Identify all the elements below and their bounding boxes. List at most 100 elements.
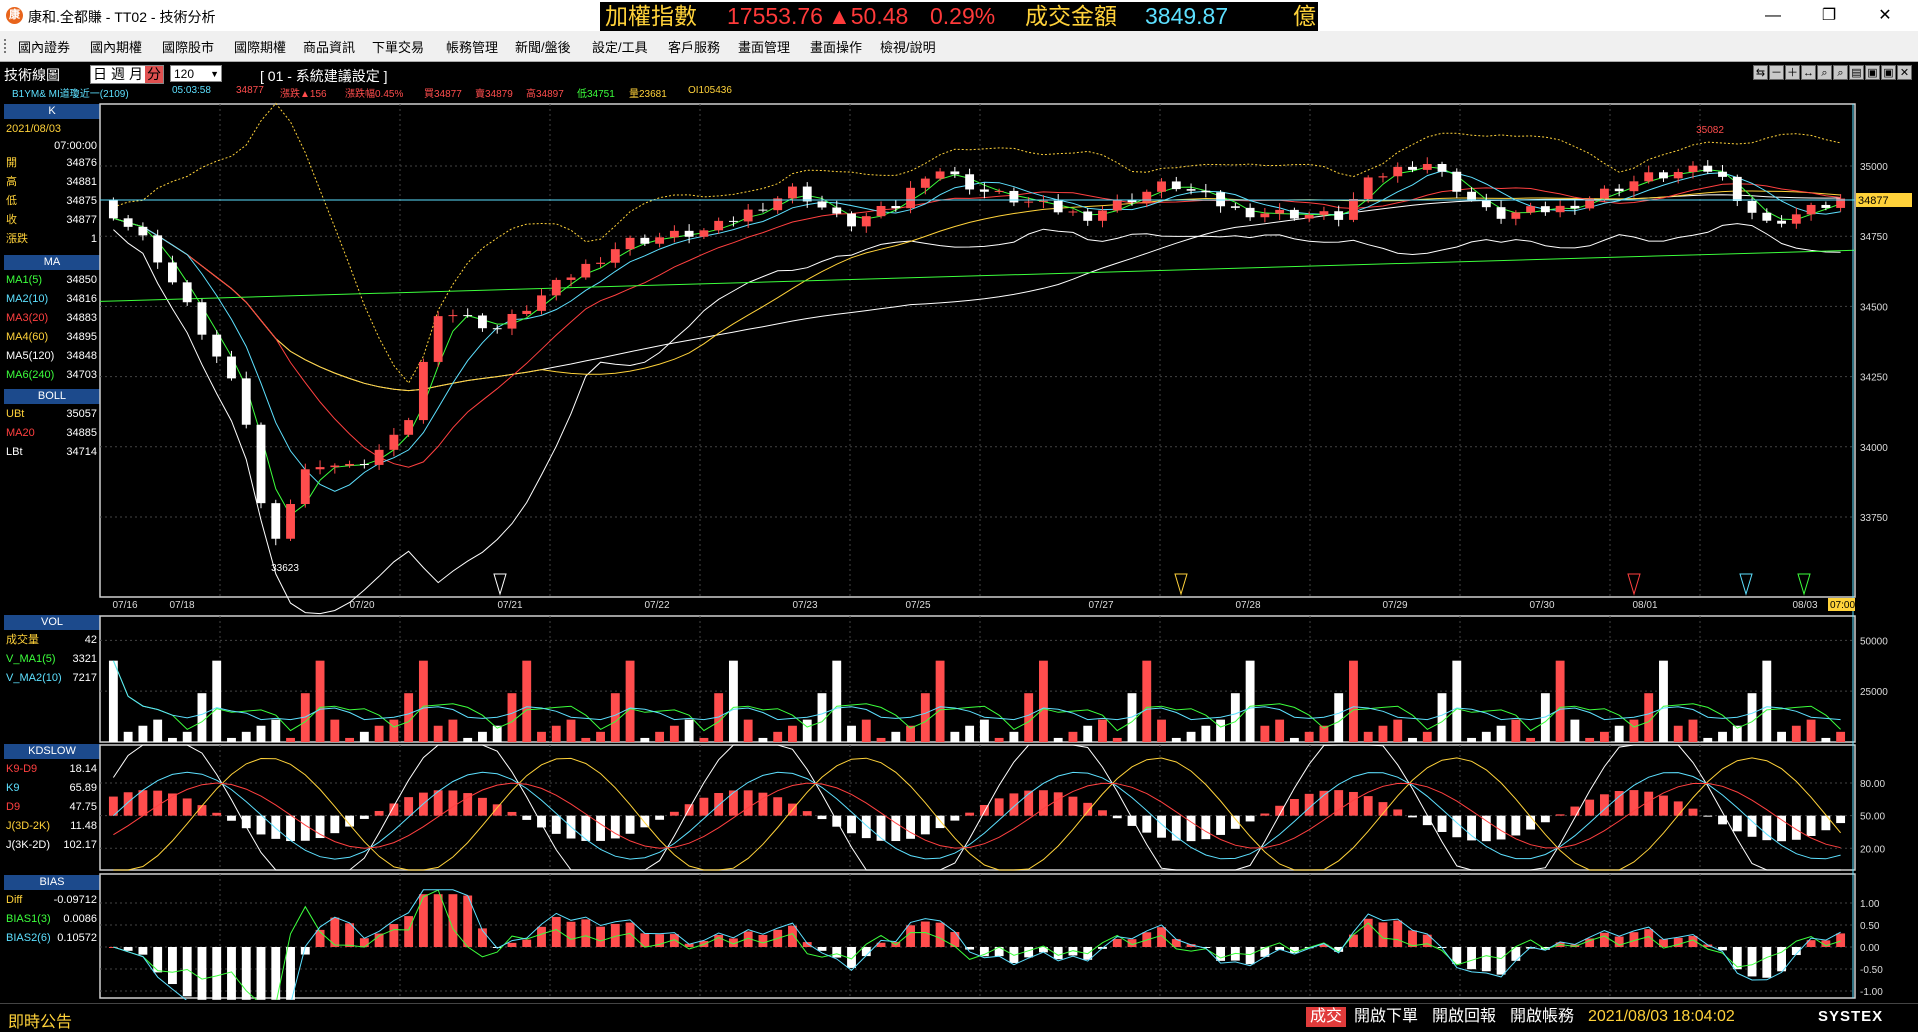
kd-diff-bar xyxy=(1629,790,1639,816)
candle-body xyxy=(1363,177,1373,200)
candle-body xyxy=(965,174,975,190)
kd-diff-bar xyxy=(374,810,384,816)
ma10-line xyxy=(113,170,1841,492)
candle-body xyxy=(359,463,369,465)
low-price-label: 33623 xyxy=(271,563,299,574)
bias-bar xyxy=(537,926,546,947)
bias-bar xyxy=(123,947,133,951)
candle-body xyxy=(1467,191,1476,200)
kd-diff-bar xyxy=(1481,815,1491,842)
candle-body xyxy=(1511,212,1521,219)
candle-body xyxy=(1024,201,1034,203)
volume-bar xyxy=(1245,660,1255,742)
bias-tick: 1.00 xyxy=(1860,899,1880,910)
bias-bar xyxy=(581,919,591,947)
volume-bar xyxy=(1644,693,1654,742)
volume-bar xyxy=(1083,725,1093,742)
bias-bar xyxy=(1777,947,1786,972)
kd-diff-bar xyxy=(1083,802,1093,816)
kd-diff-bar xyxy=(1659,795,1668,816)
volume-bar xyxy=(1511,719,1521,742)
volume-bar xyxy=(463,737,473,742)
volume-bar xyxy=(330,719,340,742)
candle-body xyxy=(1053,200,1063,213)
volume-bar xyxy=(1171,737,1181,742)
kd-diff-bar xyxy=(1732,815,1742,832)
signal-marker-icon xyxy=(1627,573,1641,596)
bias-bar xyxy=(758,935,768,947)
candle-body xyxy=(433,316,443,362)
open-report-button[interactable]: 開啟回報 xyxy=(1432,1007,1496,1027)
candle-body xyxy=(684,230,694,237)
volume-bar xyxy=(1526,737,1536,742)
volume-bar xyxy=(1186,731,1196,742)
candle-body xyxy=(507,313,517,329)
price-tick: 34750 xyxy=(1860,232,1888,243)
volume-bar xyxy=(1747,693,1757,742)
volume-bar xyxy=(1408,737,1417,742)
volume-bar xyxy=(551,725,561,742)
volume-bar xyxy=(1230,693,1240,742)
volume-bar xyxy=(1112,737,1122,742)
volume-bar xyxy=(788,725,797,742)
candle-body xyxy=(891,205,901,209)
open-account-button[interactable]: 開啟帳務 xyxy=(1510,1007,1574,1027)
volume-bar xyxy=(271,719,281,742)
bias-bar xyxy=(1393,920,1403,947)
candle-body xyxy=(566,277,576,280)
volume-bar xyxy=(684,719,694,742)
volume-bar xyxy=(891,731,901,742)
volume-bar xyxy=(965,725,975,742)
candle-body xyxy=(522,310,532,314)
bias-bar xyxy=(1157,927,1166,947)
candle-body xyxy=(1039,200,1048,202)
volume-bar xyxy=(1614,725,1624,742)
kd-diff-bar xyxy=(802,811,812,816)
volume-bar xyxy=(758,737,768,742)
candle-body xyxy=(1703,165,1713,172)
candle-body xyxy=(1526,206,1536,213)
trade-button[interactable]: 成交 xyxy=(1306,1007,1347,1027)
technical-chart[interactable]: 35000 34750 34500 34250 34000 33750 34877 35082… xyxy=(0,0,1918,1000)
candle-body xyxy=(1614,188,1624,192)
volume-bar xyxy=(1703,737,1713,742)
kd-diff-bar xyxy=(1068,796,1078,816)
bias-bar xyxy=(1245,947,1255,965)
volume-bar xyxy=(817,693,827,742)
kd-diff-bar xyxy=(728,790,738,816)
volume-bar xyxy=(1216,719,1226,742)
bias-bar xyxy=(197,947,207,1000)
volume-bar xyxy=(1777,731,1786,742)
vol-ma2-line xyxy=(112,660,1841,721)
candle-body xyxy=(537,295,546,311)
volume-bar xyxy=(802,719,812,742)
bias-bar xyxy=(153,947,163,973)
bias-bar xyxy=(256,947,266,1000)
candle-body xyxy=(1275,209,1285,214)
kd-diff-bar xyxy=(1201,815,1211,840)
bias-bar xyxy=(861,947,871,957)
volume-bar xyxy=(1836,731,1846,742)
candle-body xyxy=(1496,207,1506,219)
announcement-label[interactable]: 即時公告 xyxy=(8,1008,72,1032)
date-label: 07/16 xyxy=(112,600,137,611)
candle-body xyxy=(817,201,827,208)
kd-diff-bar xyxy=(965,812,975,816)
open-order-button[interactable]: 開啟下單 xyxy=(1354,1007,1418,1027)
kd-diff-bar xyxy=(596,815,605,841)
volume-bar xyxy=(227,737,236,742)
bias-bar xyxy=(1732,947,1742,970)
ma120-line xyxy=(113,194,1841,392)
kd-diff-bar xyxy=(640,815,650,828)
kd-diff-bar xyxy=(1836,815,1846,824)
candle-body xyxy=(1289,209,1299,219)
volume-bar xyxy=(625,660,635,742)
kd-diff-bar xyxy=(1688,808,1698,816)
candle-body xyxy=(994,190,1004,192)
candle-body xyxy=(108,199,118,219)
kd-diff-bar xyxy=(404,797,414,816)
volume-bar xyxy=(994,737,1004,742)
signal-marker-icon xyxy=(493,573,507,596)
candle-body xyxy=(212,334,222,357)
volume-bar xyxy=(1393,719,1403,742)
